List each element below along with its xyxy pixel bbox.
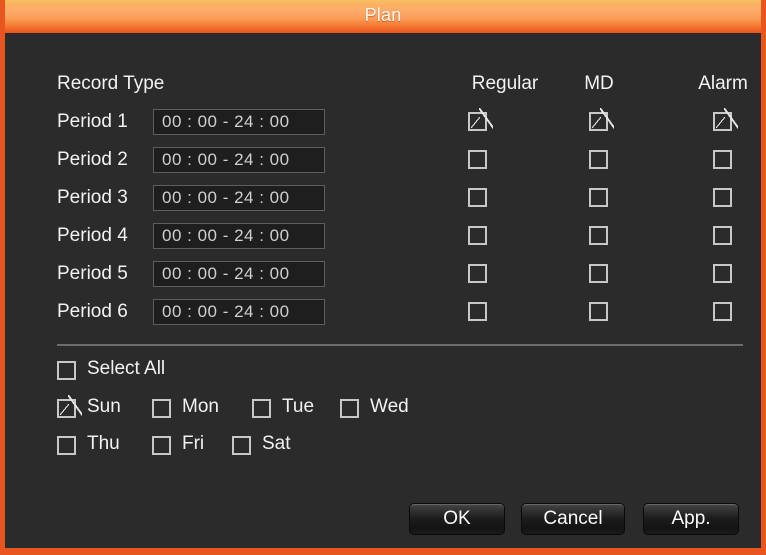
period-label: Period 6 — [57, 301, 128, 322]
day-label: Mon — [182, 396, 219, 417]
period-label: Period 2 — [57, 149, 128, 170]
dialog-content: Record Type Regular MD Alarm Period 1 00 … — [5, 33, 761, 548]
record-type-checkbox-alarm[interactable] — [713, 108, 738, 131]
period-time-input[interactable]: 00 : 00 - 24 : 00 — [153, 223, 325, 249]
select-all-checkbox[interactable] — [57, 361, 76, 380]
record-type-checkbox-md[interactable] — [589, 188, 608, 207]
record-type-label: Record Type — [57, 73, 165, 94]
day-label: Sat — [262, 433, 291, 454]
select-all-label: Select All — [87, 358, 166, 379]
period-row: Period 1 00 : 00 - 24 : 00 — [5, 108, 761, 137]
ok-button[interactable]: OK — [409, 503, 505, 535]
record-type-checkbox-alarm[interactable] — [713, 188, 732, 207]
period-time-input[interactable]: 00 : 00 - 24 : 00 — [153, 299, 325, 325]
dialog-buttons: OK Cancel App. — [5, 503, 761, 539]
period-label: Period 1 — [57, 111, 128, 132]
column-header-md: MD — [584, 73, 614, 94]
record-type-checkbox-regular[interactable] — [468, 108, 493, 131]
period-time-input[interactable]: 00 : 00 - 24 : 00 — [153, 261, 325, 287]
record-type-checkbox-regular[interactable] — [468, 188, 487, 207]
cancel-button[interactable]: Cancel — [521, 503, 625, 535]
record-type-checkbox-md[interactable] — [589, 302, 608, 321]
record-type-checkbox-regular[interactable] — [468, 302, 487, 321]
day-checkbox-sun[interactable] — [57, 395, 82, 418]
day-checkbox-tue[interactable] — [252, 399, 271, 418]
period-row: Period 3 00 : 00 - 24 : 00 — [5, 185, 761, 213]
period-time-input[interactable]: 00 : 00 - 24 : 00 — [153, 147, 325, 173]
period-row: Period 2 00 : 00 - 24 : 00 — [5, 147, 761, 175]
day-label: Wed — [370, 396, 409, 417]
section-divider — [57, 344, 743, 346]
day-checkbox-wed[interactable] — [340, 399, 359, 418]
day-checkbox-mon[interactable] — [152, 399, 171, 418]
period-time-input[interactable]: 00 : 00 - 24 : 00 — [153, 109, 325, 135]
record-type-checkbox-alarm[interactable] — [713, 150, 732, 169]
record-type-checkbox-alarm[interactable] — [713, 302, 732, 321]
dialog-titlebar: Plan — [5, 0, 761, 33]
table-header-row: Record Type Regular MD Alarm — [5, 73, 761, 101]
day-label: Thu — [87, 433, 120, 454]
period-row: Period 6 00 : 00 - 24 : 00 — [5, 299, 761, 327]
record-type-checkbox-md[interactable] — [589, 108, 614, 131]
plan-dialog: Plan Record Type Regular MD Alarm Period… — [0, 0, 766, 555]
record-type-checkbox-regular[interactable] — [468, 150, 487, 169]
day-label: Fri — [182, 433, 205, 454]
day-checkbox-sat[interactable] — [232, 436, 251, 455]
record-type-checkbox-alarm[interactable] — [713, 264, 732, 283]
dialog-title: Plan — [364, 5, 402, 25]
day-label: Tue — [282, 396, 315, 417]
column-header-alarm: Alarm — [698, 73, 748, 94]
day-checkbox-thu[interactable] — [57, 436, 76, 455]
day-label: Sun — [87, 396, 121, 417]
period-row: Period 4 00 : 00 - 24 : 00 — [5, 223, 761, 251]
record-type-checkbox-md[interactable] — [589, 264, 608, 283]
record-type-checkbox-md[interactable] — [589, 150, 608, 169]
period-row: Period 5 00 : 00 - 24 : 00 — [5, 261, 761, 289]
period-label: Period 3 — [57, 187, 128, 208]
period-time-input[interactable]: 00 : 00 - 24 : 00 — [153, 185, 325, 211]
record-type-checkbox-regular[interactable] — [468, 226, 487, 245]
apply-button[interactable]: App. — [643, 503, 739, 535]
record-type-checkbox-alarm[interactable] — [713, 226, 732, 245]
period-label: Period 4 — [57, 225, 128, 246]
record-type-checkbox-regular[interactable] — [468, 264, 487, 283]
day-checkbox-fri[interactable] — [152, 436, 171, 455]
column-header-regular: Regular — [471, 73, 539, 94]
record-type-checkbox-md[interactable] — [589, 226, 608, 245]
period-label: Period 5 — [57, 263, 128, 284]
